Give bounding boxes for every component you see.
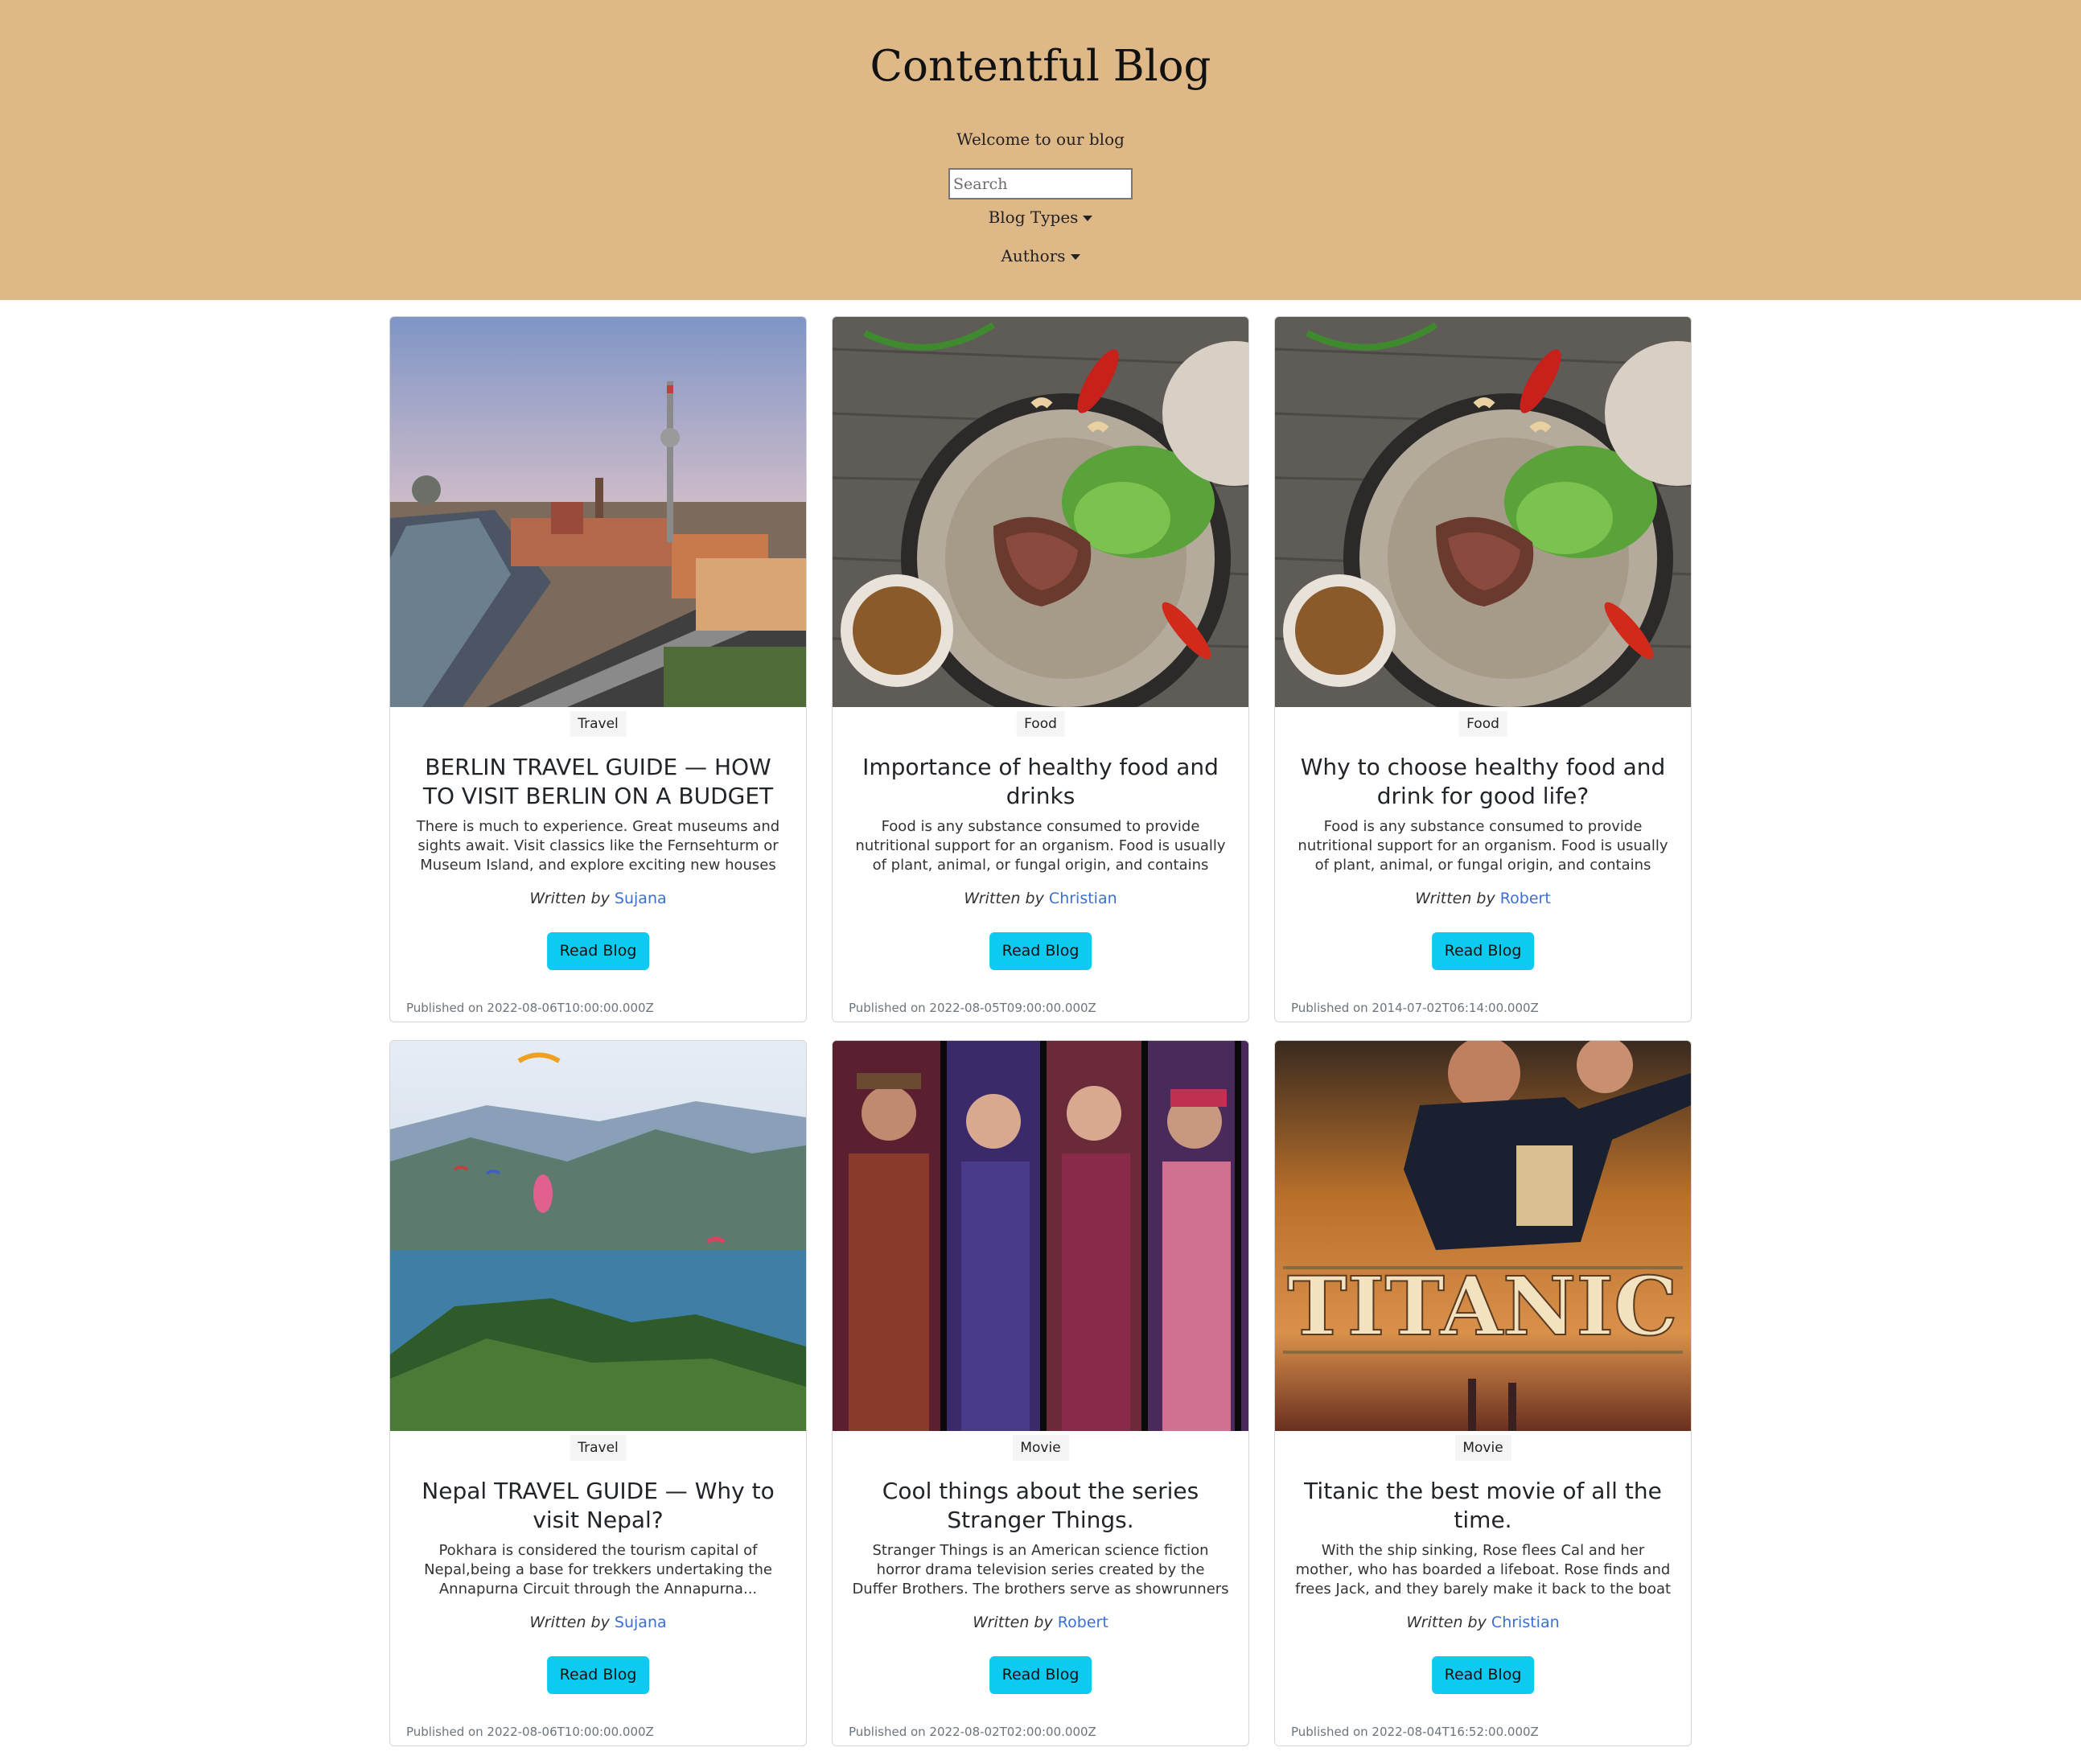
healthy-food-plate-image [833, 317, 1248, 707]
authors-label: Authors [1001, 246, 1066, 265]
card-excerpt: Stranger Things is an American science f… [852, 1542, 1229, 1597]
written-by-label: Written by [973, 1614, 1053, 1631]
blog-types-label: Blog Types [988, 208, 1079, 227]
category-tag: Travel [570, 1435, 627, 1461]
byline: Written by Christian [833, 890, 1248, 907]
byline: Written by Sujana [390, 890, 806, 907]
written-by-label: Written by [1406, 1614, 1487, 1631]
author-link[interactable]: Christian [1049, 890, 1117, 907]
author-link[interactable]: Sujana [615, 890, 667, 907]
titanic-poster-image: TITANIC [1275, 1041, 1691, 1431]
written-by-label: Written by [1415, 890, 1495, 907]
byline: Written by Christian [1275, 1614, 1691, 1631]
card-title: Importance of healthy food and drinks [862, 754, 1219, 809]
category-tag: Movie [1454, 1435, 1511, 1461]
titanic-poster-title: TITANIC [1287, 1259, 1678, 1354]
card-title: BERLIN TRAVEL GUIDE — HOW TO VISIT BERLI… [422, 754, 774, 809]
authors-dropdown[interactable]: Authors [0, 246, 2081, 265]
byline: Written by Sujana [390, 1614, 806, 1631]
welcome-text: Welcome to our blog [956, 130, 1125, 149]
stranger-things-poster-image [833, 1041, 1248, 1431]
card-title: Why to choose healthy food and drink for… [1300, 754, 1666, 809]
caret-down-icon [1083, 215, 1093, 221]
blog-card: Food Importance of healthy food and drin… [832, 316, 1249, 1022]
category-tag: Travel [570, 711, 627, 737]
author-link[interactable]: Robert [1500, 890, 1551, 907]
blog-card: TITANIC Movie Titanic the best movie of … [1274, 1040, 1692, 1746]
card-excerpt: Food is any substance consumed to provid… [1298, 818, 1668, 874]
site-header: Contentful Blog Welcome to our blog Blog… [0, 0, 2081, 300]
blog-types-dropdown[interactable]: Blog Types [0, 208, 2081, 227]
category-tag: Food [1458, 711, 1507, 737]
blog-card: Travel BERLIN TRAVEL GUIDE — HOW TO VISI… [389, 316, 807, 1022]
caret-down-icon [1070, 253, 1080, 260]
card-excerpt: Pokhara is considered the tourism capita… [424, 1542, 772, 1597]
healthy-food-plate-image [1275, 317, 1691, 707]
read-blog-button[interactable]: Read Blog [989, 932, 1092, 970]
card-excerpt: With the ship sinking, Rose flees Cal an… [1294, 1542, 1672, 1597]
published-date: Published on 2022-08-04T16:52:00.000Z [1291, 1725, 1539, 1739]
published-date: Published on 2022-08-02T02:00:00.000Z [849, 1725, 1096, 1739]
search-input[interactable] [948, 168, 1133, 199]
card-title: Titanic the best movie of all the time. [1304, 1478, 1662, 1533]
published-date: Published on 2022-08-06T10:00:00.000Z [406, 1725, 654, 1739]
read-blog-button[interactable]: Read Blog [546, 1656, 650, 1694]
written-by-label: Written by [964, 890, 1044, 907]
byline: Written by Robert [833, 1614, 1248, 1631]
read-blog-button[interactable]: Read Blog [989, 1656, 1092, 1694]
read-blog-button[interactable]: Read Blog [1431, 932, 1535, 970]
author-link[interactable]: Sujana [615, 1614, 667, 1631]
category-tag: Food [1016, 711, 1065, 737]
blog-card: Movie Cool things about the series Stran… [832, 1040, 1249, 1746]
written-by-label: Written by [529, 1614, 610, 1631]
nepal-paragliding-image [390, 1041, 806, 1431]
read-blog-button[interactable]: Read Blog [546, 932, 650, 970]
card-excerpt: There is much to experience. Great museu… [416, 818, 780, 874]
written-by-label: Written by [529, 890, 610, 907]
read-blog-button[interactable]: Read Blog [1431, 1656, 1535, 1694]
category-tag: Movie [1012, 1435, 1069, 1461]
card-excerpt: Food is any substance consumed to provid… [855, 818, 1226, 874]
card-title: Cool things about the series Stranger Th… [882, 1478, 1199, 1533]
author-link[interactable]: Robert [1058, 1614, 1108, 1631]
author-link[interactable]: Christian [1491, 1614, 1560, 1631]
published-date: Published on 2022-08-05T09:00:00.000Z [849, 1001, 1096, 1015]
published-date: Published on 2014-07-02T06:14:00.000Z [1291, 1001, 1539, 1015]
published-date: Published on 2022-08-06T10:00:00.000Z [406, 1001, 654, 1015]
byline: Written by Robert [1275, 890, 1691, 907]
berlin-skyline-image [390, 317, 806, 707]
site-title: Contentful Blog [870, 42, 1211, 91]
blog-card: Travel Nepal TRAVEL GUIDE — Why to visit… [389, 1040, 807, 1746]
card-title: Nepal TRAVEL GUIDE — Why to visit Nepal? [422, 1478, 775, 1533]
blog-card: Food Why to choose healthy food and drin… [1274, 316, 1692, 1022]
